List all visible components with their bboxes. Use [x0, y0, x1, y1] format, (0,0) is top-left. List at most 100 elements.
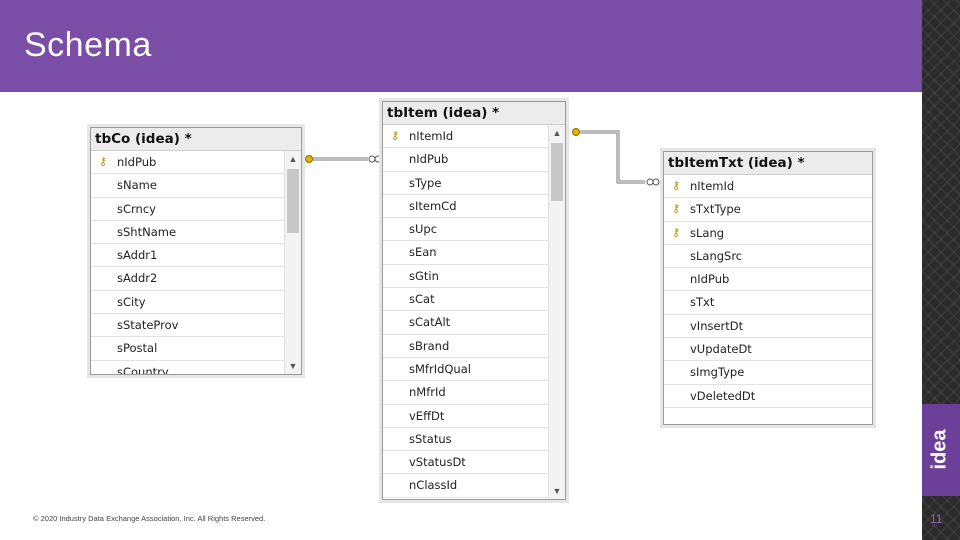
column-name: nItemId — [690, 179, 735, 193]
primary-key-icon: ⚷ — [672, 179, 681, 192]
column-row[interactable]: sLangSrc — [664, 245, 872, 269]
column-name: sBrand — [409, 338, 450, 353]
column-name: sCat — [409, 292, 435, 307]
table-tbco[interactable]: tbCo (idea) * ⚷ nIdPub sName sCrncy sShtName… — [90, 127, 302, 375]
column-name: vInsertDt — [690, 318, 744, 333]
chevron-up-icon[interactable]: ▲ — [285, 151, 301, 167]
column-row[interactable]: sClass — [383, 498, 548, 499]
column-list: ⚷ nItemId nIdPub sType sItemCd sUpc sEan sGtin s… — [383, 125, 548, 499]
primary-key-icon: ⚷ — [391, 129, 400, 142]
scrollbar[interactable]: ▲ ▼ — [548, 125, 565, 499]
column-name: sCity — [117, 294, 146, 309]
column-name: sItemCd — [409, 198, 457, 213]
column-row[interactable]: sType — [383, 172, 548, 195]
column-row[interactable]: nIdPub — [664, 268, 872, 292]
table-title[interactable]: tbItem (idea) * — [383, 102, 565, 125]
column-name: sType — [409, 175, 442, 190]
scroll-thumb[interactable] — [287, 169, 299, 233]
column-row[interactable]: sCity — [91, 291, 284, 315]
column-row[interactable]: vDeletedDt — [664, 385, 872, 408]
column-row[interactable]: vInsertDt — [664, 315, 872, 339]
connector-tbitem-tbitemtxt — [572, 128, 660, 186]
column-row[interactable]: sName — [91, 174, 284, 198]
table-tbitemtxt[interactable]: tbItemTxt (idea) * ⚷ nItemId ⚷ sTxtType ⚷ sLa… — [663, 151, 873, 425]
column-row[interactable]: sTxt — [664, 291, 872, 315]
column-row[interactable]: vStatusDt — [383, 451, 548, 475]
column-name: vDeletedDt — [690, 388, 756, 403]
column-name: sAddr1 — [117, 248, 158, 263]
column-name: sEan — [409, 245, 437, 260]
table-tbitem[interactable]: tbItem (idea) * ⚷ nItemId nIdPub sType sItem… — [382, 101, 566, 500]
column-row[interactable]: nIdPub — [383, 148, 548, 172]
column-row[interactable]: vUpdateDt — [664, 338, 872, 362]
column-name: nMfrId — [409, 385, 446, 400]
column-name: vUpdateDt — [690, 342, 752, 357]
column-row[interactable]: sCat — [383, 288, 548, 312]
column-row[interactable]: nMfrId — [383, 381, 548, 405]
column-row[interactable]: sAddr2 — [91, 267, 284, 291]
column-row[interactable]: vEffDt — [383, 405, 548, 428]
infinity-end-icon — [646, 178, 654, 186]
scrollbar[interactable]: ▲ ▼ — [284, 151, 301, 374]
primary-key-icon: ⚷ — [99, 155, 108, 168]
column-list: ⚷ nIdPub sName sCrncy sShtName sAddr1 sAddr2 sC… — [91, 151, 284, 374]
table-title[interactable]: tbItemTxt (idea) * — [664, 152, 872, 175]
column-row[interactable]: sPostal — [91, 337, 284, 361]
column-name: sUpc — [409, 222, 438, 237]
column-row[interactable]: ⚷ nIdPub — [91, 151, 284, 175]
column-row[interactable]: sUpc — [383, 218, 548, 242]
column-name: sCatAlt — [409, 315, 451, 330]
column-name: sLang — [690, 225, 725, 240]
column-row[interactable]: sStatus — [383, 428, 548, 452]
column-row[interactable]: sBrand — [383, 335, 548, 358]
table-title[interactable]: tbCo (idea) * — [91, 128, 301, 151]
column-name: nIdPub — [409, 152, 449, 167]
column-name: vStatusDt — [409, 455, 466, 470]
column-name: sName — [117, 178, 157, 193]
key-end-icon — [305, 155, 313, 163]
column-name: nIdPub — [690, 272, 730, 287]
column-row[interactable]: sGtin — [383, 265, 548, 289]
column-row[interactable]: ⚷ sTxtType — [664, 198, 872, 222]
column-name: sShtName — [117, 224, 177, 239]
column-name: nClassId — [409, 478, 458, 493]
column-name: sClass — [409, 498, 445, 499]
column-row[interactable]: sCatAlt — [383, 311, 548, 335]
column-row[interactable]: sCrncy — [91, 198, 284, 221]
column-name: sAddr2 — [117, 271, 158, 286]
connector-tbco-tbitem — [305, 155, 382, 163]
primary-key-icon: ⚷ — [672, 225, 681, 239]
column-row[interactable]: sImgType — [664, 361, 872, 385]
column-row[interactable]: sCountry — [91, 361, 284, 374]
column-row[interactable]: ⚷ nItemId — [383, 125, 548, 149]
column-list: ⚷ nItemId ⚷ sTxtType ⚷ sLang sLangSrc nIdPub sTx… — [664, 175, 872, 424]
column-name: sCountry — [117, 364, 169, 374]
column-name: nIdPub — [117, 155, 157, 169]
column-row[interactable]: sItemCd — [383, 195, 548, 219]
column-name: sStateProv — [117, 318, 179, 333]
column-row[interactable]: sStateProv — [91, 314, 284, 338]
column-name: sImgType — [690, 365, 745, 380]
column-row[interactable]: sAddr1 — [91, 244, 284, 268]
column-row[interactable]: sEan — [383, 241, 548, 265]
column-row[interactable]: sShtName — [91, 221, 284, 245]
chevron-down-icon[interactable]: ▼ — [285, 358, 301, 374]
column-name: sCrncy — [117, 201, 156, 216]
column-name: sLangSrc — [690, 248, 743, 263]
column-row[interactable]: sMfrIdQual — [383, 358, 548, 382]
column-name: sTxtType — [690, 202, 741, 217]
column-row[interactable]: ⚷ nItemId — [664, 175, 872, 199]
scroll-thumb[interactable] — [551, 143, 563, 201]
column-name: sPostal — [117, 341, 158, 356]
column-row[interactable]: ⚷ sLang — [664, 222, 872, 245]
column-name: vEffDt — [409, 408, 445, 423]
chevron-down-icon[interactable]: ▼ — [549, 483, 565, 499]
column-name: nItemId — [409, 129, 454, 143]
chevron-up-icon[interactable]: ▲ — [549, 125, 565, 141]
column-name: sMfrIdQual — [409, 361, 471, 376]
key-end-icon — [572, 128, 580, 136]
column-name: sTxt — [690, 295, 715, 310]
column-name: sStatus — [409, 431, 452, 446]
column-row[interactable]: nClassId — [383, 474, 548, 498]
column-name: sGtin — [409, 268, 439, 283]
